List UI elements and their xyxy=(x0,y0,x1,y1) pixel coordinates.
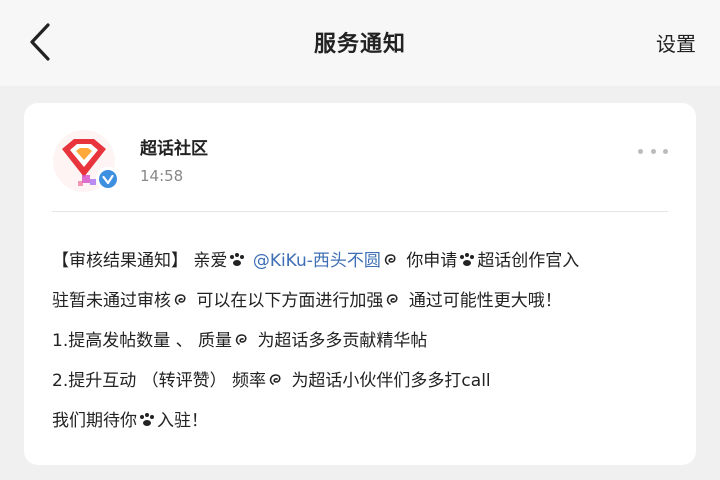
text-segment: 可以在以下方面进行加强 xyxy=(196,291,384,311)
settings-button[interactable]: 设置 xyxy=(656,28,696,57)
verified-badge xyxy=(96,167,120,191)
dot xyxy=(663,148,668,154)
page-title: 服务通知 xyxy=(313,32,406,57)
top-navigation-bar: 服务通知 设置 xyxy=(0,0,720,86)
text-segment: 入驻！ xyxy=(157,411,208,431)
text-segment: 【审核结果通知】 亲爱 xyxy=(52,251,228,271)
user-mention-link[interactable]: @KiKu-西头不圆 xyxy=(253,251,381,271)
paw-icon xyxy=(140,413,154,426)
text-segment: 为超话多多贡献精华帖 xyxy=(257,331,428,351)
notification-card: 超话社区 14:58 【审核结果通知】 亲爱 @KiKu-西头不圆 你申请 超话创… xyxy=(24,103,696,465)
swirl-icon xyxy=(235,334,247,345)
swirl-icon xyxy=(384,254,396,265)
message-line-1: 【审核结果通知】 亲爱 @KiKu-西头不圆 你申请 超话创作官入 xyxy=(52,241,672,281)
text-segment: 驻暂未通过审核 xyxy=(52,291,171,311)
message-time: 14:58 xyxy=(140,167,184,185)
text-segment: 超话创作官入 xyxy=(477,251,580,271)
paw-icon xyxy=(230,253,245,266)
swirl-icon xyxy=(174,294,186,305)
text-segment: 1.提高发帖数量 、 质量 xyxy=(52,331,233,351)
message-line-5: 我们期待你 入驻！ xyxy=(52,401,672,441)
swirl-icon xyxy=(387,294,398,305)
message-line-4: 2.提升互动 （转评赞） 频率 为超话小伙伴们多多打call xyxy=(52,361,672,401)
divider xyxy=(52,211,668,212)
dot xyxy=(638,148,643,154)
message-body: 【审核结果通知】 亲爱 @KiKu-西头不圆 你申请 超话创作官入 驻暂未通过审核… xyxy=(52,241,672,441)
message-line-2: 驻暂未通过审核 可以在以下方面进行加强 通过可能性更大哦！ xyxy=(52,281,672,321)
verified-check-icon xyxy=(99,170,117,188)
text-segment: 2.提升互动 （转评赞） 频率 xyxy=(52,371,267,391)
paw-icon xyxy=(460,253,475,266)
sender-name[interactable]: 超话社区 xyxy=(140,134,208,159)
text-segment: 通过可能性更大哦！ xyxy=(408,291,562,311)
swirl-icon xyxy=(269,374,281,385)
more-options-button[interactable] xyxy=(638,145,668,157)
dot xyxy=(650,148,656,154)
text-segment: 你申请 xyxy=(406,251,458,271)
text-segment: 为超话小伙伴们多多打call xyxy=(291,371,491,391)
text-segment: 我们期待你 xyxy=(52,411,137,431)
message-line-3: 1.提高发帖数量 、 质量 为超话多多贡献精华帖 xyxy=(52,321,672,361)
